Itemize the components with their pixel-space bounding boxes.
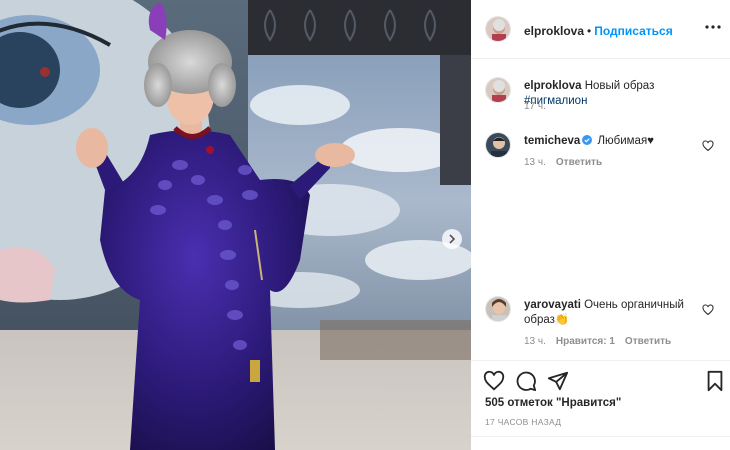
comment-meta: 13 ч. Ответить — [524, 157, 612, 168]
bookmark-icon[interactable] — [704, 370, 726, 392]
comment-avatar[interactable] — [485, 132, 511, 158]
caption-meta: 17 ч. — [524, 101, 556, 112]
heart-icon[interactable] — [483, 370, 505, 392]
post-photo[interactable] — [0, 0, 471, 450]
comment-meta: 13 ч. Нравится: 1 Ответить — [524, 336, 681, 347]
next-photo-button[interactable] — [442, 229, 462, 249]
follow-button[interactable]: Подписаться — [594, 24, 672, 38]
author-avatar[interactable] — [485, 16, 511, 42]
divider — [471, 436, 730, 437]
verified-badge-icon — [582, 135, 593, 145]
comment-item: yarovayati Очень органичный образ👏 13 ч.… — [471, 296, 730, 351]
comment-text: temicheva Любимая♥ — [524, 134, 704, 149]
comment-time[interactable]: 13 ч. — [524, 157, 546, 168]
caption-body: Новый образ — [584, 80, 655, 92]
post-actions: 505 отметок "Нравится" 17 ЧАСОВ НАЗАД — [471, 360, 730, 450]
caption-row: elproklova Новый образ #пигмалион 17 ч. — [471, 77, 730, 117]
post-time-ago[interactable]: 17 ЧАСОВ НАЗАД — [485, 417, 561, 427]
likes-count[interactable]: 505 отметок "Нравится" — [485, 397, 621, 409]
post-header: elproklova • Подписаться — [471, 0, 730, 59]
comment-time[interactable]: 13 ч. — [524, 336, 546, 347]
stage-photo-illustration — [0, 0, 471, 450]
comment-username[interactable]: temicheva — [524, 135, 580, 147]
comment-like-icon[interactable] — [702, 140, 714, 152]
comment-text: yarovayati Очень органичный образ👏 — [524, 298, 704, 328]
caption-time[interactable]: 17 ч. — [524, 101, 546, 112]
comment-likes-count[interactable]: Нравится: 1 — [556, 336, 615, 347]
reply-button[interactable]: Ответить — [625, 336, 671, 347]
share-icon[interactable] — [547, 370, 569, 392]
comment-body: Любимая♥ — [597, 135, 655, 147]
post-side-panel: elproklova • Подписаться elproklova Новый … — [471, 0, 730, 450]
header-text: elproklova • Подписаться — [524, 22, 673, 40]
header-separator: • — [587, 24, 592, 38]
comment-username[interactable]: yarovayati — [524, 299, 581, 311]
caption-username[interactable]: elproklova — [524, 80, 582, 92]
comment-like-icon[interactable] — [702, 304, 714, 316]
comment-item: temicheva Любимая♥ 13 ч. Ответить — [471, 132, 730, 177]
comment-avatar[interactable] — [485, 296, 511, 322]
reply-button[interactable]: Ответить — [556, 157, 602, 168]
comment-icon[interactable] — [515, 370, 537, 392]
chevron-right-icon — [449, 234, 456, 244]
author-username[interactable]: elproklova — [524, 24, 584, 38]
caption-avatar[interactable] — [485, 77, 511, 103]
more-options-icon[interactable] — [704, 20, 722, 34]
